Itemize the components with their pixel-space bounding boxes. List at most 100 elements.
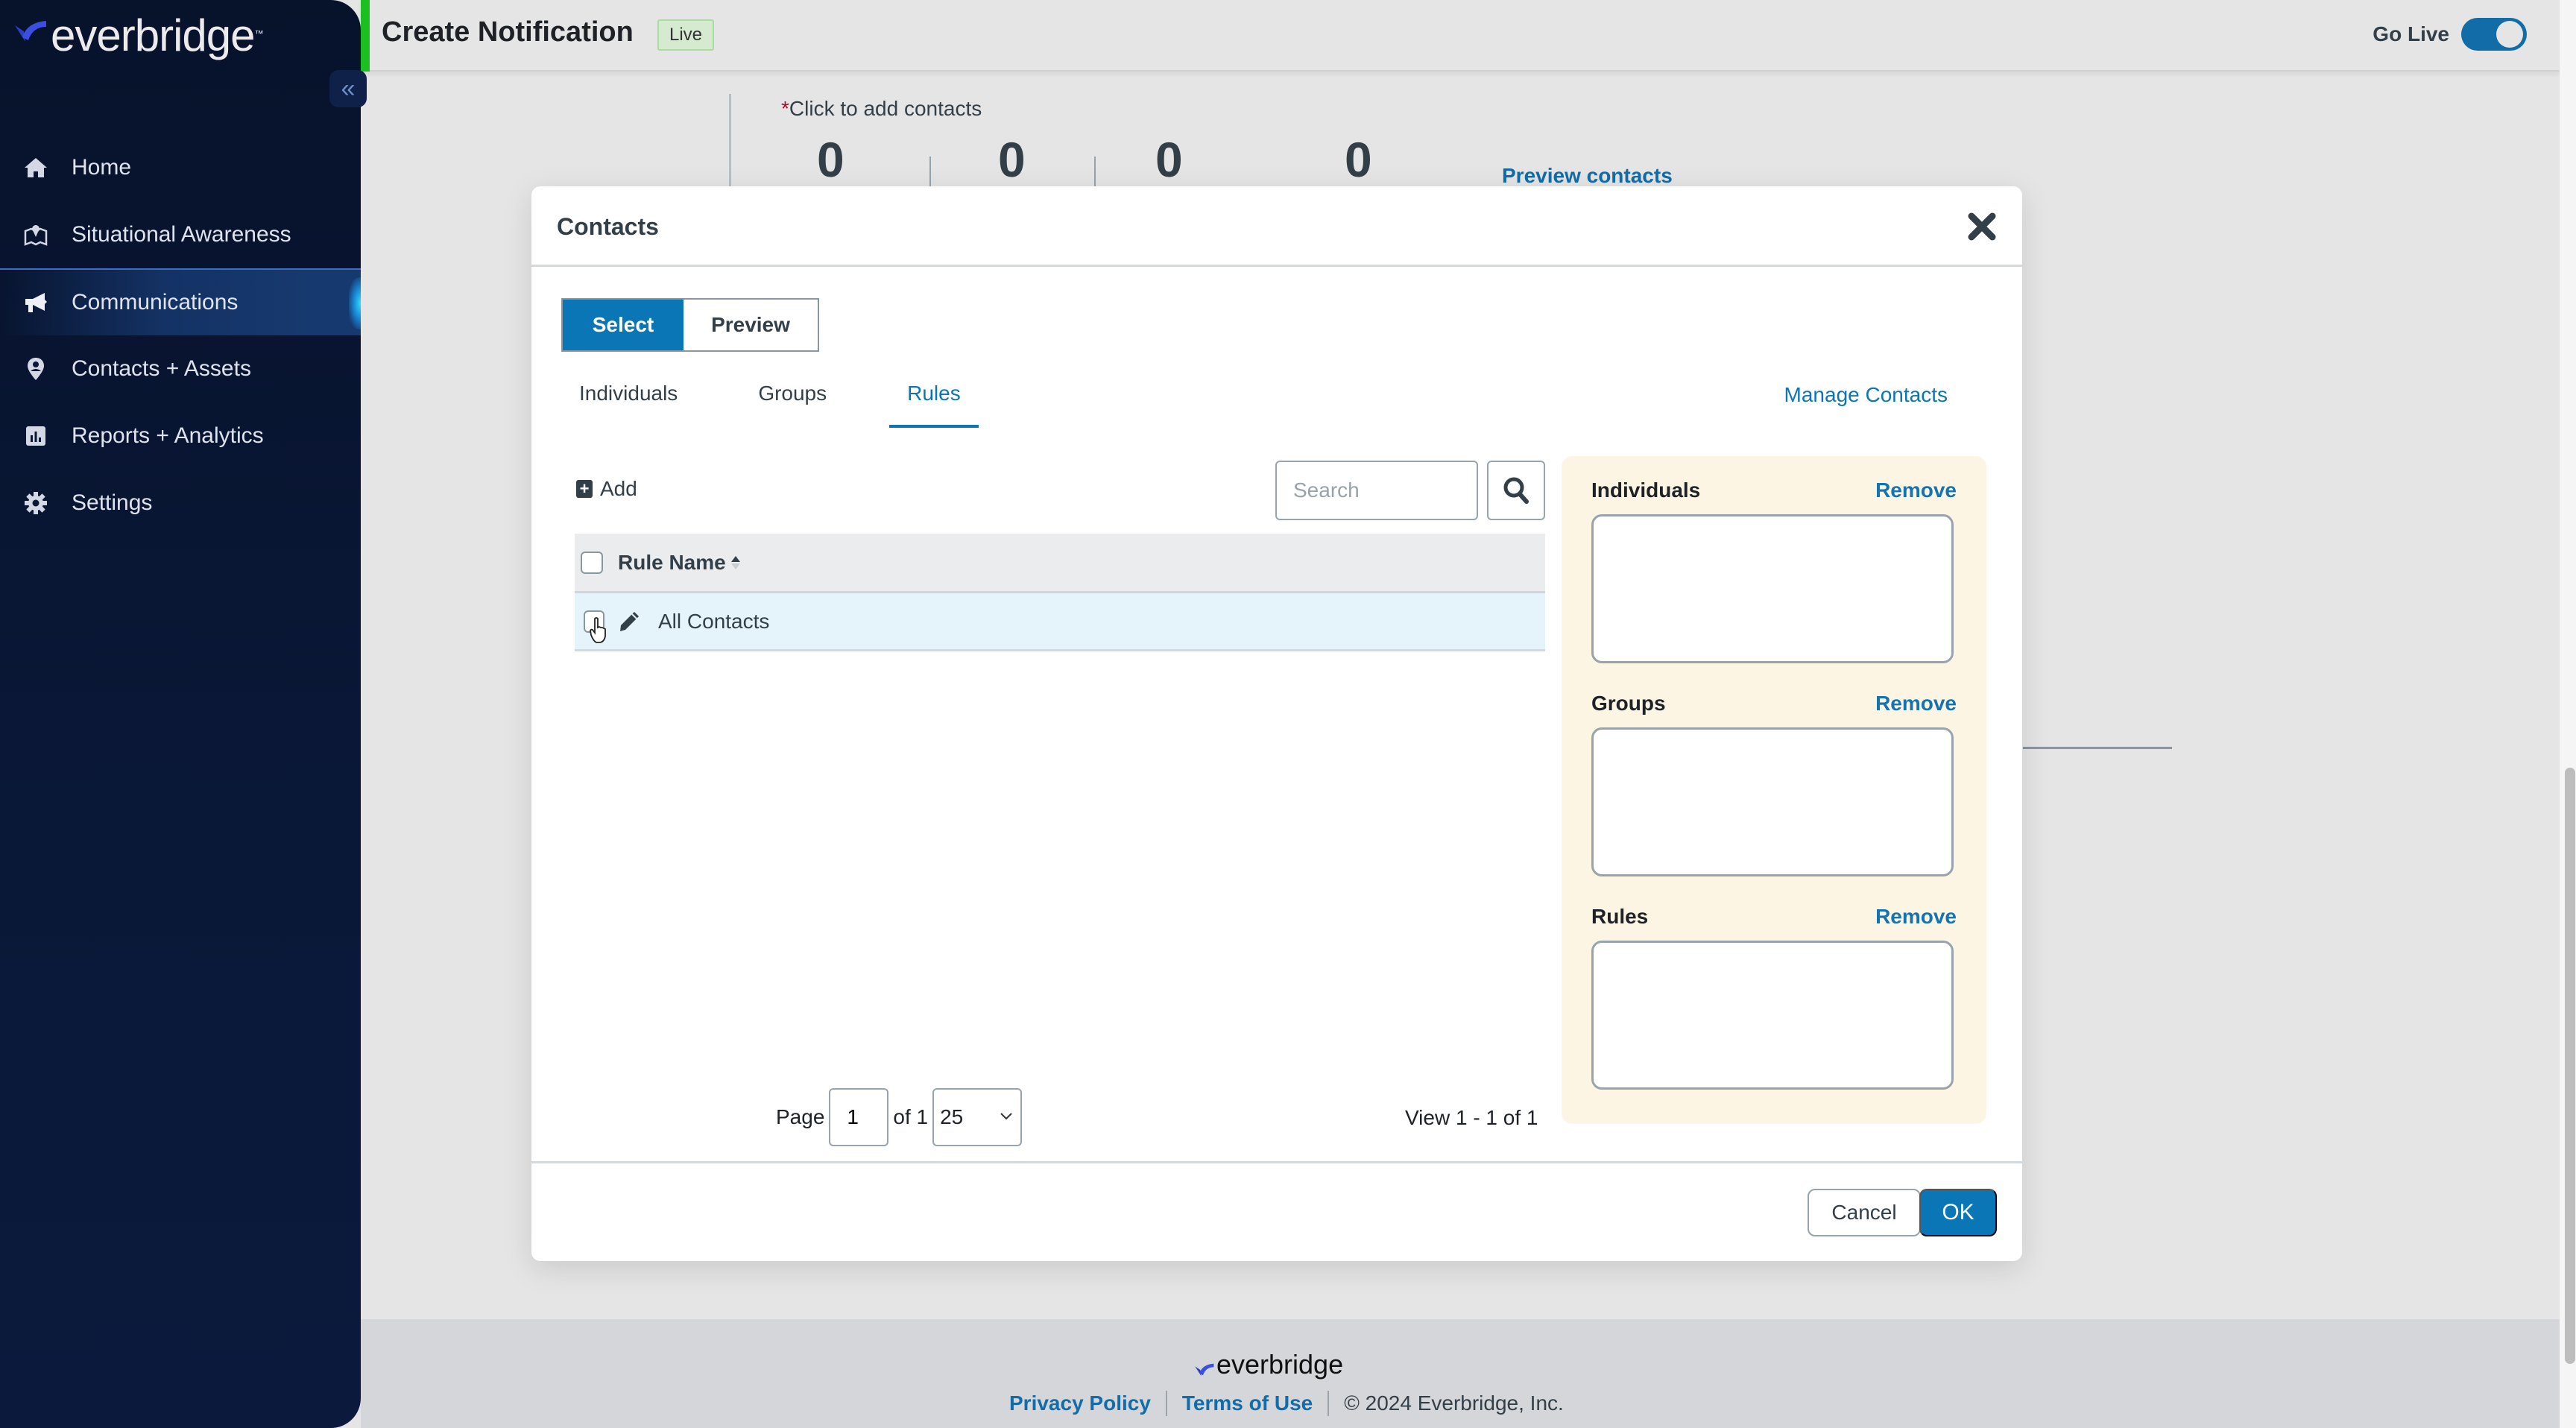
divider [729, 94, 731, 191]
cancel-button[interactable]: Cancel [1808, 1189, 1921, 1236]
go-live-control: Go Live [2373, 18, 2527, 51]
chevron-down-icon [1000, 1106, 1013, 1125]
page-number-input[interactable] [829, 1088, 889, 1146]
go-live-toggle[interactable] [2461, 18, 2527, 51]
page-footer: everbridge Privacy Policy Terms of Use ©… [361, 1319, 2560, 1428]
megaphone-icon [24, 291, 48, 315]
page-header: Create Notification Live Go Live [361, 0, 2560, 72]
logo-text: everbridge [51, 10, 256, 60]
sidebar-item-label: Situational Awareness [72, 222, 291, 247]
plus-square-icon: + [576, 480, 593, 498]
ok-button[interactable]: OK [1919, 1189, 1997, 1236]
footer-logo-text: everbridge [1216, 1349, 1344, 1380]
preview-segment[interactable]: Preview [684, 300, 818, 350]
sidebar: everbridge ™ « Home Situational Awarenes… [0, 0, 367, 1428]
gear-icon [24, 491, 48, 515]
sidebar-nav: Home Situational Awareness Communication… [0, 134, 361, 537]
contact-type-tabs: Individuals Groups Rules [579, 382, 1041, 428]
hand-cursor-icon [589, 617, 608, 648]
select-preview-toggle: Select Preview [561, 298, 819, 352]
required-mark: * [781, 97, 789, 120]
close-button[interactable] [1967, 212, 1997, 241]
manage-contacts-link[interactable]: Manage Contacts [1784, 383, 1948, 407]
modal-header: Contacts [531, 186, 2022, 267]
tab-groups[interactable]: Groups [758, 382, 827, 428]
live-indicator-bar [361, 0, 370, 72]
footer-logo: everbridge [1194, 1349, 1343, 1380]
location-person-icon [24, 357, 48, 381]
search-button[interactable] [1487, 461, 1545, 520]
select-segment[interactable]: Select [563, 300, 684, 350]
sidebar-item-communications[interactable]: Communications [0, 268, 361, 335]
sidebar-item-settings[interactable]: Settings [0, 470, 361, 537]
page-size-value: 25 [940, 1105, 964, 1128]
grid-header: Rule Name [575, 534, 1545, 593]
selected-contacts-panel: Individuals Remove Groups Remove Rules R… [1562, 456, 1986, 1124]
contact-count: 0 [1345, 132, 1372, 187]
footer-links: Privacy Policy Terms of Use © 2024 Everb… [1009, 1391, 1564, 1416]
selected-individuals-list[interactable] [1591, 514, 1954, 663]
logo-mark-icon [15, 21, 46, 42]
map-pin-icon [24, 223, 48, 247]
sidebar-item-home[interactable]: Home [0, 134, 361, 201]
tab-individuals[interactable]: Individuals [579, 382, 678, 428]
sidebar-item-situational-awareness[interactable]: Situational Awareness [0, 201, 361, 268]
pencil-icon[interactable] [618, 610, 640, 633]
everbridge-logo[interactable]: everbridge ™ [13, 13, 264, 58]
add-contacts-link[interactable]: *Click to add contacts [781, 97, 982, 121]
table-row[interactable]: All Contacts [575, 593, 1545, 651]
sidebar-item-label: Settings [72, 490, 153, 515]
divider [1165, 1391, 1167, 1416]
home-icon [24, 156, 48, 180]
collapse-sidebar-button[interactable]: « [329, 70, 367, 107]
rule-name: All Contacts [658, 609, 770, 633]
remove-groups-link[interactable]: Remove [1875, 692, 1957, 715]
sidebar-item-label: Contacts + Assets [72, 356, 251, 381]
remove-individuals-link[interactable]: Remove [1875, 478, 1957, 502]
pagination: Page of 1 25 [776, 1088, 1023, 1146]
toggle-knob [2496, 21, 2523, 48]
terms-of-use-link[interactable]: Terms of Use [1182, 1391, 1313, 1415]
bar-chart-icon [24, 424, 48, 448]
preview-contacts-link[interactable]: Preview contacts [1502, 164, 1673, 188]
selected-rules-label: Rules [1591, 905, 1649, 928]
add-contacts-label: Click to add contacts [789, 97, 982, 120]
double-chevron-left-icon: « [341, 74, 356, 103]
page-title: Create Notification [382, 16, 634, 48]
logo-trademark: ™ [254, 28, 264, 39]
status-badge: Live [657, 19, 715, 51]
sort-ascending-icon [730, 555, 741, 571]
search-icon [1503, 477, 1529, 504]
page-label: Page [776, 1105, 825, 1128]
divider [2023, 747, 2172, 749]
sidebar-item-label: Home [72, 155, 132, 180]
privacy-policy-link[interactable]: Privacy Policy [1009, 1391, 1151, 1415]
sidebar-item-contacts-assets[interactable]: Contacts + Assets [0, 335, 361, 402]
sidebar-item-label: Reports + Analytics [72, 423, 264, 448]
select-all-checkbox[interactable] [581, 551, 603, 574]
selected-groups-label: Groups [1591, 692, 1666, 715]
page-of-label: of 1 [893, 1105, 929, 1128]
search-input[interactable] [1275, 461, 1478, 520]
sidebar-item-reports-analytics[interactable]: Reports + Analytics [0, 402, 361, 470]
view-count-text: View 1 - 1 of 1 [1405, 1106, 1538, 1129]
modal-footer: Cancel OK [531, 1161, 2022, 1261]
contact-count: 0 [998, 132, 1026, 187]
selected-individuals-label: Individuals [1591, 478, 1701, 502]
selected-rules-list[interactable] [1591, 941, 1954, 1090]
copyright-text: © 2024 Everbridge, Inc. [1344, 1391, 1564, 1415]
contact-count: 0 [817, 132, 845, 187]
scrollbar-thumb[interactable] [2565, 768, 2575, 1364]
go-live-label: Go Live [2373, 22, 2449, 45]
selected-groups-list[interactable] [1591, 727, 1954, 876]
column-header-rule-name[interactable]: Rule Name [618, 551, 741, 575]
page-size-select[interactable]: 25 [932, 1088, 1023, 1146]
modal-title: Contacts [557, 213, 659, 240]
add-rule-button[interactable]: + Add [576, 477, 637, 501]
page-scrollbar[interactable] [2560, 0, 2576, 1428]
add-label: Add [600, 477, 637, 500]
remove-rules-link[interactable]: Remove [1875, 905, 1957, 929]
rules-grid: Rule Name All Contacts [575, 534, 1545, 651]
contact-count: 0 [1155, 132, 1183, 187]
tab-rules[interactable]: Rules [889, 382, 979, 428]
